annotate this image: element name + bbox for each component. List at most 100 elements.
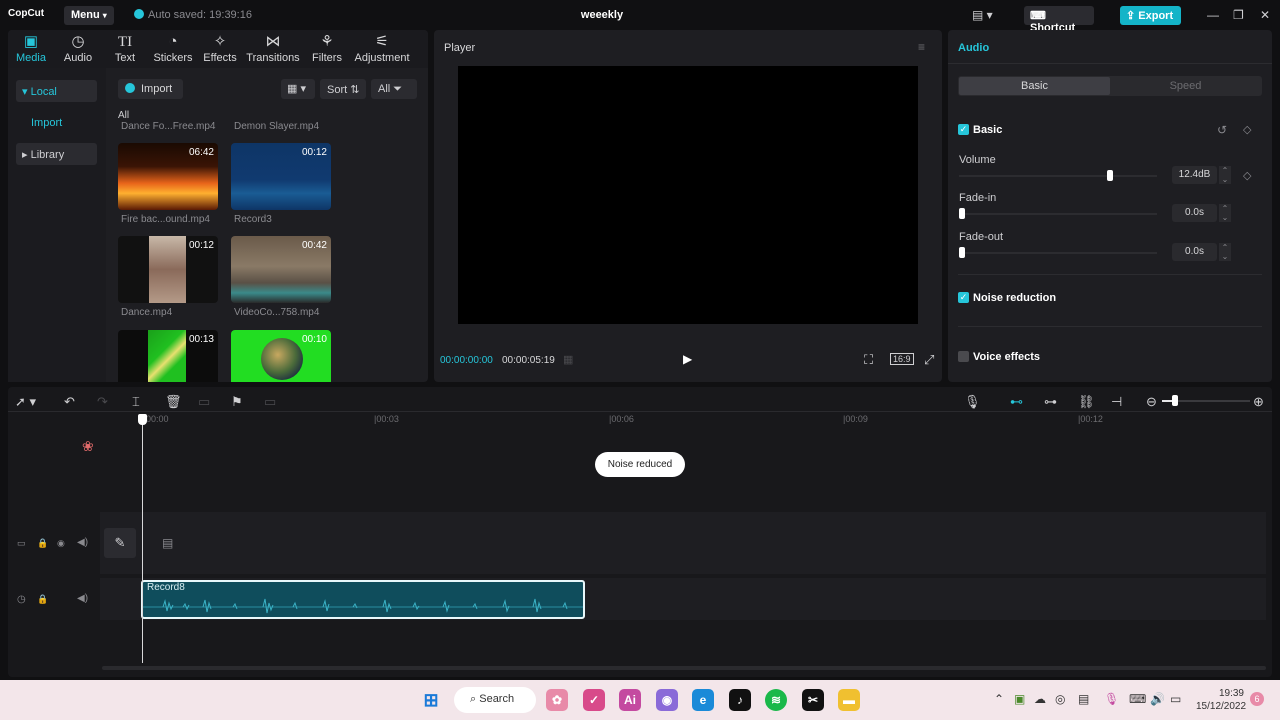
nvidia-icon[interactable]: ▣ [1014,692,1025,706]
nav-local[interactable]: ▾ Local [16,80,97,102]
basic-checkbox[interactable]: ✓ [958,124,969,135]
export-button[interactable]: ⇪ Export [1120,6,1181,25]
lock-icon[interactable]: 🔒 [37,538,48,549]
fit-frame-icon[interactable]: ⛶ [864,352,873,368]
media-thumbnail[interactable]: 00:42 [231,236,331,303]
freeze-icon[interactable]: ▭ [198,394,210,410]
speaker-icon[interactable]: ◀) [77,537,88,548]
horizontal-scrollbar[interactable] [102,666,1266,670]
fadeout-input[interactable]: 0.0s [1172,243,1217,261]
media-thumbnail[interactable]: 00:10 [231,330,331,382]
windows-start-icon[interactable]: ⊞ [420,689,442,711]
battery-icon[interactable]: ▭ [1170,692,1181,706]
delete-icon[interactable]: 🗑 [165,394,182,410]
lock-icon[interactable]: 🔒 [37,594,48,605]
tab-adjustment[interactable]: ⚟ Adjustment [352,33,412,64]
voice-effects-checkbox[interactable] [958,351,969,362]
capcut-icon[interactable]: ✂ [802,689,824,711]
keyframe-icon[interactable]: ◇ [1243,123,1251,136]
nav-library[interactable]: ▸ Library [16,143,97,165]
fadein-slider[interactable] [959,213,1157,215]
cloud-icon[interactable]: ☁ [1034,692,1046,706]
taskbar-search[interactable]: ⌕ Search [454,687,536,713]
keyframe-icon[interactable]: ◇ [1243,169,1251,182]
nav-import[interactable]: Import [16,112,97,134]
media-duration: 06:42 [188,147,214,158]
marker-icon[interactable]: ⚑ [231,394,243,410]
split-icon[interactable]: ⌶ [132,394,140,410]
fadein-input[interactable]: 0.0s [1172,204,1217,222]
cover-edit-icon[interactable]: ✎ [104,528,136,558]
folder-icon[interactable]: ▬ [838,689,860,711]
zoom-handle[interactable] [1172,395,1178,406]
tray-app-icon[interactable]: ▤ [1078,692,1089,706]
menu-button[interactable]: Menu ▾ [64,6,114,25]
volume-handle[interactable] [1107,170,1113,181]
playhead[interactable] [142,417,143,663]
noise-reduction-checkbox[interactable]: ✓ [958,292,969,303]
volume-input[interactable]: 12.4dB [1172,166,1217,184]
restore-icon[interactable]: ❐ [1233,8,1244,22]
ai-app-icon[interactable]: Ai [619,689,641,711]
tiktok-icon[interactable]: ♪ [729,689,751,711]
fullscreen-icon[interactable]: ⤢ [924,352,934,368]
clock[interactable]: 19:39 15/12/2022 [1196,687,1246,713]
spotify-icon[interactable]: ≋ [765,689,787,711]
shortcut-button[interactable]: ⌨ Shortcut [1024,6,1094,34]
tray-app-icon[interactable]: ◎ [1055,692,1065,706]
tab-effects[interactable]: ✧ Effects [190,33,250,64]
filter-button[interactable]: All ⏷ [371,79,417,99]
media-thumbnail[interactable]: 00:12 [118,236,218,303]
eye-icon[interactable]: ◉ [57,538,65,549]
magnet-icon[interactable]: ⊷ [1010,394,1023,410]
crop-icon[interactable]: ▭ [264,394,276,410]
network-icon[interactable]: ⌨ [1129,692,1146,706]
snap-icon[interactable]: ⊶ [1044,394,1057,410]
edge-icon[interactable]: e [692,689,714,711]
sort-button[interactable]: Sort ⇅ [320,79,366,99]
speaker-icon[interactable]: ◀) [77,593,88,604]
app-icon[interactable]: ✓ [583,689,605,711]
video-canvas[interactable] [458,66,918,324]
reset-icon[interactable]: ↺ [1217,123,1227,137]
hamburger-icon[interactable]: ≡ [918,40,925,54]
app-icon[interactable]: ✿ [546,689,568,711]
import-button[interactable]: Import [118,79,183,99]
tab-filters[interactable]: ⚘ Filters [297,33,357,64]
notification-badge[interactable]: 6 [1250,692,1264,706]
tab-speed[interactable]: Speed [1110,77,1261,95]
fadein-stepper[interactable]: ⌃ ⌄ [1219,204,1231,222]
audio-clip[interactable]: Record8 [141,580,585,619]
tab-transitions[interactable]: ⋈ Transitions [243,33,303,64]
redo-icon[interactable]: ↷ [97,394,108,410]
close-icon[interactable]: ✕ [1260,8,1270,22]
discord-icon[interactable]: ◉ [656,689,678,711]
link-icon[interactable]: ⛓ [1078,394,1095,410]
preview-axis-icon[interactable]: ⊣ [1111,394,1122,410]
volume-slider[interactable] [959,175,1157,177]
media-thumbnail[interactable]: 00:13 [118,330,218,382]
volume-icon[interactable]: 🔊 [1150,692,1165,706]
tab-basic[interactable]: Basic [959,77,1110,95]
play-icon[interactable]: ▶ [683,352,692,366]
microphone-tray-icon[interactable]: 🎙 [1104,692,1119,706]
undo-icon[interactable]: ↶ [64,394,75,410]
fadeout-stepper[interactable]: ⌃ ⌄ [1219,243,1231,261]
ratio-button[interactable]: 16:9 [890,353,914,365]
select-tool-icon[interactable]: ➚ ▾ [15,394,36,410]
zoom-in-icon[interactable]: ⊕ [1253,394,1264,410]
media-thumbnail[interactable]: 06:42 [118,143,218,210]
minimize-icon[interactable]: — [1207,8,1219,22]
chevron-up-icon[interactable]: ⌃ [994,692,1004,706]
fadein-handle[interactable] [959,208,965,219]
zoom-out-icon[interactable]: ⊖ [1146,394,1157,410]
layout-icon[interactable]: ▤ ▾ [972,8,993,22]
media-thumbnail[interactable]: 00:12 [231,143,331,210]
fadeout-slider[interactable] [959,252,1157,254]
volume-stepper[interactable]: ⌃ ⌄ [1219,166,1231,184]
grid-view-icon[interactable]: ▦ ▾ [281,79,315,99]
playhead-handle[interactable] [138,414,147,425]
main-track[interactable] [100,512,1266,574]
microphone-icon[interactable]: 🎙 [964,394,981,410]
fadeout-handle[interactable] [959,247,965,258]
